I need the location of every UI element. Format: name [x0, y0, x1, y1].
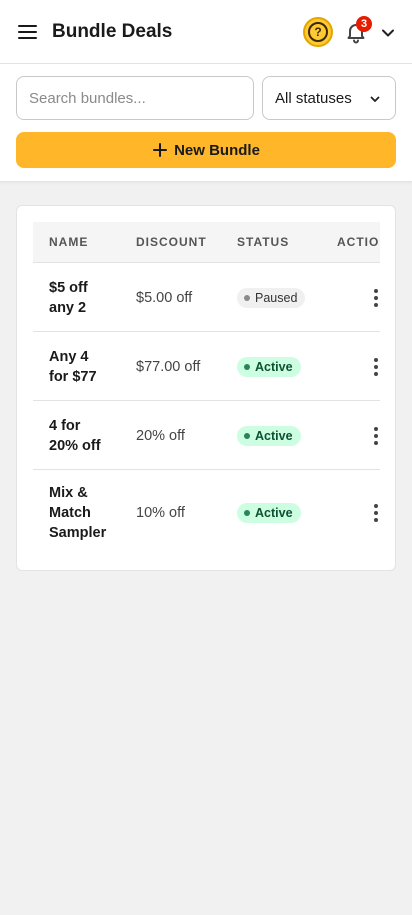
table-row[interactable]: Mix & Match Sampler 10% off Active — [33, 470, 380, 556]
bundle-discount: 20% off — [136, 428, 185, 444]
row-actions-icon[interactable] — [369, 357, 380, 377]
bundle-name: Any 4 for $77 — [49, 349, 97, 385]
status-label: Active — [255, 429, 293, 443]
account-menu-button[interactable] — [379, 24, 397, 42]
row-actions-icon[interactable] — [369, 503, 380, 523]
bundle-name: Mix & Match Sampler — [49, 485, 107, 541]
column-header-status: Status — [237, 235, 290, 249]
column-header-name: Name — [49, 235, 89, 249]
status-filter-value: All statuses — [275, 90, 352, 107]
table-header: Name Discount Status Actions — [33, 222, 380, 263]
bundle-name: $5 off any 2 — [49, 280, 88, 316]
chevron-down-icon — [382, 29, 394, 37]
filter-toolbar: All statuses New Bundle — [0, 64, 412, 182]
table-row[interactable]: 4 for 20% off 20% off Active — [33, 401, 380, 470]
bundles-table[interactable]: Name Discount Status Actions $5 off any … — [33, 222, 380, 556]
row-actions-icon[interactable] — [369, 288, 380, 308]
table-row[interactable]: $5 off any 2 $5.00 off Paused — [33, 263, 380, 332]
bundle-discount: $77.00 off — [136, 359, 201, 375]
new-bundle-label: New Bundle — [174, 141, 260, 159]
plus-icon — [152, 142, 168, 158]
status-badge: Paused — [237, 288, 306, 308]
status-label: Active — [255, 360, 293, 374]
hamburger-menu-icon[interactable] — [16, 20, 40, 44]
row-actions-icon[interactable] — [369, 426, 380, 446]
chevron-down-icon — [370, 96, 380, 102]
notification-count-badge: 3 — [356, 16, 372, 32]
status-label: Active — [255, 506, 293, 520]
status-badge: Active — [237, 357, 301, 377]
status-dot — [244, 510, 250, 516]
help-button[interactable]: ? — [303, 17, 333, 47]
top-bar: Bundle Deals ? 3 — [0, 0, 412, 64]
status-dot — [244, 433, 250, 439]
column-header-discount: Discount — [136, 235, 207, 249]
status-badge: Active — [237, 503, 301, 523]
bundle-discount: $5.00 off — [136, 290, 193, 306]
new-bundle-button[interactable]: New Bundle — [16, 132, 396, 168]
status-filter-select[interactable]: All statuses — [262, 76, 396, 120]
bundle-name: 4 for 20% off — [49, 418, 101, 454]
bundles-card: Name Discount Status Actions $5 off any … — [16, 205, 396, 571]
column-header-actions: Actions — [337, 235, 380, 249]
status-dot — [244, 364, 250, 370]
status-label: Paused — [255, 291, 298, 305]
status-badge: Active — [237, 426, 301, 446]
table-row[interactable]: Any 4 for $77 $77.00 off Active — [33, 332, 380, 401]
bundle-discount: 10% off — [136, 505, 185, 521]
page-title: Bundle Deals — [52, 21, 173, 42]
search-input[interactable] — [16, 76, 254, 120]
status-dot — [244, 295, 250, 301]
question-icon: ? — [308, 22, 328, 42]
